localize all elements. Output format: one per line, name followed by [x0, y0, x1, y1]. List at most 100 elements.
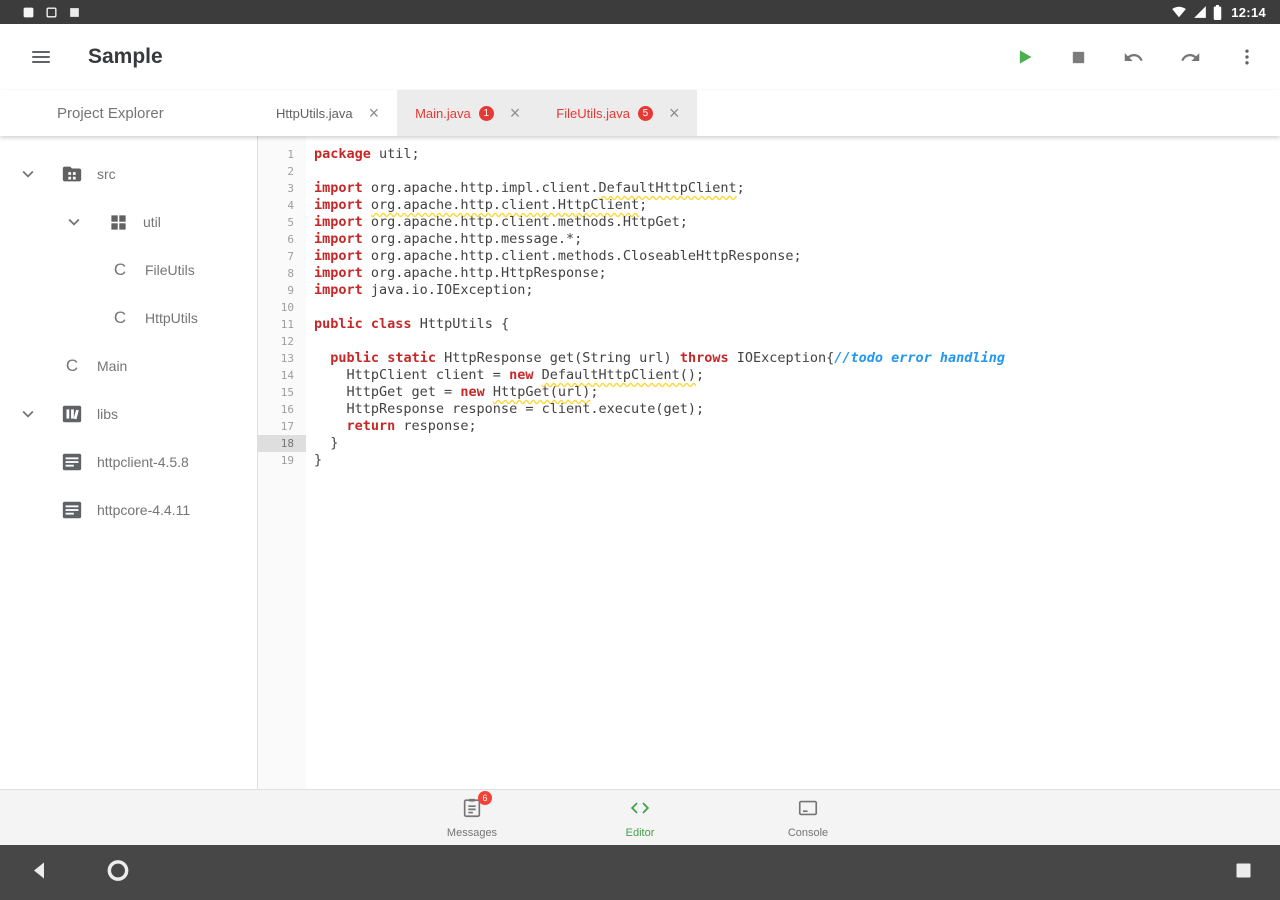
line-number: 17: [258, 418, 306, 435]
wifi-icon: [1171, 5, 1187, 19]
code-line[interactable]: public class HttpUtils {: [314, 316, 1280, 333]
warning-token: DefaultHttpClient: [598, 180, 736, 196]
tab-httputils-java[interactable]: HttpUtils.java×: [258, 90, 397, 136]
code-line[interactable]: import org.apache.http.impl.client.Defau…: [314, 180, 1280, 197]
undo-icon: [1123, 47, 1144, 68]
back-button[interactable]: [28, 858, 52, 887]
code-line[interactable]: }: [314, 435, 1280, 452]
tab-close-icon[interactable]: ×: [369, 104, 380, 122]
run-button[interactable]: [1011, 44, 1037, 70]
keyword-token: import: [314, 282, 363, 298]
code-token: ;: [590, 384, 598, 400]
folder-icon: [60, 163, 84, 185]
redo-button[interactable]: [1177, 44, 1204, 71]
code-line[interactable]: import org.apache.http.client.methods.Cl…: [314, 248, 1280, 265]
tab-close-icon[interactable]: ×: [510, 104, 521, 122]
warning-token: HttpGet(url): [493, 384, 591, 400]
code-line[interactable]: [314, 163, 1280, 180]
tree-item-httputils[interactable]: C HttpUtils: [0, 294, 257, 342]
hamburger-menu-button[interactable]: [26, 42, 56, 72]
code-line[interactable]: import org.apache.http.client.HttpClient…: [314, 197, 1280, 214]
line-number: 8: [258, 265, 306, 282]
tree-item-fileutils[interactable]: CFileUtils: [0, 246, 257, 294]
tab-fileutils-java[interactable]: FileUtils.java5×: [538, 90, 697, 136]
tab-error-badge: 5: [638, 106, 653, 121]
code-editor[interactable]: 12345678910111213141516171819 package ut…: [258, 136, 1280, 789]
jar-icon: [60, 499, 84, 521]
code-line[interactable]: package util;: [314, 146, 1280, 163]
code-line[interactable]: import org.apache.http.message.*;: [314, 231, 1280, 248]
code-token: util;: [371, 146, 420, 162]
main-area: srcutilCFileUtils C HttpUtils CMainlibs http…: [0, 136, 1280, 789]
nav-messages[interactable]: 6Messages: [436, 797, 508, 839]
line-number: 11: [258, 316, 306, 333]
chevron-down-icon[interactable]: [16, 403, 40, 425]
line-number: 6: [258, 231, 306, 248]
tree-item-httpcore-4-4-11[interactable]: httpcore-4.4.11: [0, 486, 257, 534]
undo-button[interactable]: [1120, 44, 1147, 71]
code-token: [533, 367, 541, 383]
code-line[interactable]: [314, 333, 1280, 350]
editor-tabs: HttpUtils.java×Main.java1×FileUtils.java…: [258, 90, 697, 136]
tree-item-label: HttpUtils: [145, 310, 198, 326]
tree-item-main[interactable]: CMain: [0, 342, 257, 390]
code-line[interactable]: import java.io.IOException;: [314, 282, 1280, 299]
code-token: response;: [395, 418, 476, 434]
code-line[interactable]: import org.apache.http.HttpResponse;: [314, 265, 1280, 282]
screen: 12:14 Sample Project Expl: [0, 0, 1280, 900]
code-line[interactable]: }: [314, 452, 1280, 469]
code-line[interactable]: return response;: [314, 418, 1280, 435]
warning-token: org.apache.http.client.HttpClient: [371, 197, 639, 213]
keyword-token: import: [314, 197, 363, 213]
keyword-token: public: [314, 316, 363, 332]
tree-item-label: Main: [97, 358, 127, 374]
nav-console[interactable]: Console: [772, 797, 844, 839]
tree-item-label: FileUtils: [145, 262, 195, 278]
code-token: }: [314, 435, 338, 451]
keyword-token: import: [314, 214, 363, 230]
code-token: [363, 316, 371, 332]
tree-item-label: httpcore-4.4.11: [97, 502, 190, 518]
recents-icon: [1233, 860, 1254, 881]
code-token: ;: [696, 367, 704, 383]
tab-close-icon[interactable]: ×: [669, 104, 680, 122]
code-line[interactable]: HttpGet get = new HttpGet(url);: [314, 384, 1280, 401]
notification-icon: [68, 6, 81, 19]
tree-item-label: httpclient-4.5.8: [97, 454, 189, 470]
project-tree: srcutilCFileUtils C HttpUtils CMainlibs http…: [0, 136, 258, 789]
console-icon: [797, 797, 819, 824]
tree-item-libs[interactable]: libs: [0, 390, 257, 438]
tree-item-src[interactable]: src: [0, 150, 257, 198]
app-toolbar: Sample: [0, 24, 1280, 90]
tab-label: Main.java: [415, 106, 471, 121]
tab-main-java[interactable]: Main.java1×: [397, 90, 538, 136]
play-icon: [1014, 47, 1034, 67]
code-line[interactable]: import org.apache.http.client.methods.Ht…: [314, 214, 1280, 231]
tree-item-util[interactable]: util: [0, 198, 257, 246]
code-line[interactable]: public static HttpResponse get(String ur…: [314, 350, 1280, 367]
nav-item-label: Editor: [626, 827, 655, 839]
code-line[interactable]: [314, 299, 1280, 316]
android-nav-bar: [0, 845, 1280, 900]
package-icon: [106, 213, 130, 232]
tree-item-httpclient-4-5-8[interactable]: httpclient-4.5.8: [0, 438, 257, 486]
toolbar-actions: [1011, 44, 1260, 71]
line-number: 12: [258, 333, 306, 350]
code-area[interactable]: package util; import org.apache.http.impl…: [306, 136, 1280, 789]
comment-token: //todo error handling: [834, 350, 1005, 366]
code-line[interactable]: HttpResponse response = client.execute(g…: [314, 401, 1280, 418]
stop-button[interactable]: [1067, 46, 1090, 69]
chevron-down-icon[interactable]: [16, 163, 40, 185]
code-line[interactable]: HttpClient client = new DefaultHttpClien…: [314, 367, 1280, 384]
code-token: HttpUtils {: [412, 316, 510, 332]
code-token: ;: [737, 180, 745, 196]
redo-icon: [1180, 47, 1201, 68]
class-icon: C: [108, 308, 132, 328]
nav-editor[interactable]: Editor: [604, 797, 676, 839]
keyword-token: import: [314, 265, 363, 281]
chevron-down-icon[interactable]: [62, 211, 86, 233]
overflow-menu-button[interactable]: [1234, 44, 1260, 70]
recents-button[interactable]: [1233, 860, 1254, 886]
keyword-token: import: [314, 231, 363, 247]
home-button[interactable]: [105, 857, 131, 888]
